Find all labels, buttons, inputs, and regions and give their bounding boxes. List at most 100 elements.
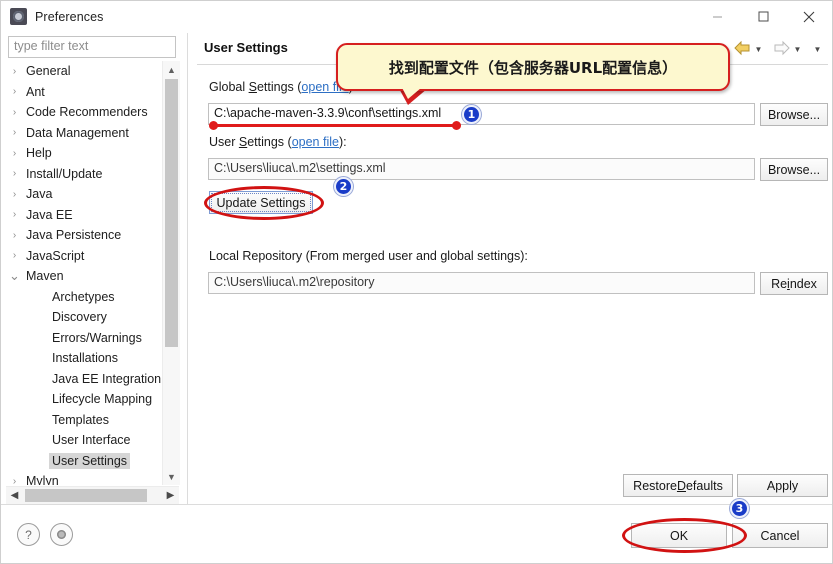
chevron-down-icon[interactable]: ⌄ [6,268,23,284]
user-settings-open-file-link[interactable]: open file [292,135,339,149]
user-settings-label-rest: ettings ( [247,135,292,149]
gear-icon[interactable] [50,523,73,546]
help-icon[interactable]: ? [17,523,40,546]
chevron-right-icon[interactable]: › [6,209,23,220]
scroll-down-icon[interactable]: ▼ [163,468,180,485]
annotation-ellipse-ok [622,518,747,553]
sidebar-item-label: Installations [52,351,119,366]
minimize-icon[interactable] [694,1,740,32]
local-repository-input[interactable]: C:\Users\liuca\.m2\repository [208,272,755,294]
preferences-tree[interactable]: › General › Ant › Code Recommenders › Data Mana… [6,61,161,485]
window-title: Preferences [35,9,104,24]
footer-divider [1,504,832,505]
global-settings-input[interactable]: C:\apache-maven-3.3.9\conf\settings.xml [208,103,755,125]
sidebar-item-templates[interactable]: Templates [6,410,161,431]
chevron-right-icon[interactable]: › [6,230,23,241]
reindex-label-rest: ndex [789,276,817,291]
annotation-badge-1: 1 [462,105,481,124]
sidebar-item-discovery[interactable]: Discovery [6,307,161,328]
sidebar-item-java-ee-integration[interactable]: Java EE Integration [6,369,161,390]
global-settings-label-rest: ettings ( [256,80,302,94]
sidebar-item-label: Java Persistence [26,228,122,243]
scroll-right-icon[interactable]: ▶ [162,487,179,504]
sidebar-item-mylyn[interactable]: › Mylyn [6,471,161,485]
sidebar-item-ant[interactable]: › Ant [6,82,161,103]
sidebar-item-label: Mylyn [26,474,59,485]
sidebar-item-label: Java EE Integration [52,371,161,386]
sidebar-item-help[interactable]: › Help [6,143,161,164]
chevron-right-icon[interactable]: › [6,86,23,97]
user-settings-label-suffix: ): [338,135,347,149]
annotation-badge-3: 3 [730,499,749,518]
forward-history-chevron-down-icon[interactable]: ▼ [791,42,804,58]
global-settings-browse-button[interactable]: Browse... [760,103,828,126]
sidebar-item-label: Help [26,146,52,161]
maximize-icon[interactable] [740,1,786,32]
chevron-right-icon[interactable]: › [6,107,23,118]
annotation-ellipse-update-settings [204,186,324,220]
footer-icon-group: ? [17,523,73,546]
sidebar-item-java-persistence[interactable]: › Java Persistence [6,225,161,246]
restore-defaults-prefix: Restore [633,478,677,493]
vertical-scroll-thumb[interactable] [165,79,178,347]
view-menu-chevron-down-icon[interactable]: ▼ [811,42,824,58]
chevron-right-icon[interactable]: › [6,189,23,200]
page-title: User Settings [204,40,288,55]
page-nav-toolbar: ▼ ▼ ▼ [733,40,824,59]
sidebar-item-installations[interactable]: Installations [6,348,161,369]
sidebar-item-general[interactable]: › General [6,61,161,82]
sidebar-item-label: User Interface [52,433,131,448]
reindex-button[interactable]: Re i ndex [760,272,828,295]
sidebar-item-label: User Settings [49,452,131,469]
scroll-up-icon[interactable]: ▲ [163,61,180,78]
back-arrow-icon[interactable] [733,40,752,59]
back-history-chevron-down-icon[interactable]: ▼ [752,42,765,58]
user-settings-label-mnemonic: S [238,135,248,149]
user-settings-input[interactable]: C:\Users\liuca\.m2\settings.xml [208,158,755,180]
forward-arrow-icon[interactable] [772,40,791,59]
global-settings-label-mnemonic: S [248,80,257,94]
sidebar-item-java[interactable]: › Java [6,184,161,205]
sidebar-item-archetypes[interactable]: Archetypes [6,287,161,308]
chevron-right-icon[interactable]: › [6,66,23,77]
sidebar-item-label: Code Recommenders [26,105,148,120]
sidebar-item-label: Errors/Warnings [52,330,142,345]
chevron-right-icon[interactable]: › [6,250,23,261]
scroll-left-icon[interactable]: ◀ [6,487,23,504]
restore-defaults-rest: efaults [685,478,723,493]
horizontal-scroll-thumb[interactable] [25,489,147,502]
chevron-right-icon[interactable]: › [6,127,23,138]
sidebar-item-install-update[interactable]: › Install/Update [6,164,161,185]
sidebar-item-user-interface[interactable]: User Interface [6,430,161,451]
user-settings-label: User Settings (open file): [209,135,347,149]
sidebar-item-label: Templates [52,412,109,427]
sidebar-item-maven[interactable]: ⌄ Maven [6,266,161,287]
sidebar-item-errors-warnings[interactable]: Errors/Warnings [6,328,161,349]
sidebar-item-javascript[interactable]: › JavaScript [6,246,161,267]
sidebar-item-label: Install/Update [26,166,103,181]
close-icon[interactable] [786,1,832,32]
sidebar-item-label: Archetypes [52,289,115,304]
sidebar-item-label: Java [26,187,53,202]
sidebar-item-code-recommenders[interactable]: › Code Recommenders [6,102,161,123]
sidebar-item-label: Maven [26,269,64,284]
sidebar-item-label: Data Management [26,125,129,140]
sidebar-item-user-settings[interactable]: User Settings [6,451,161,472]
restore-defaults-button[interactable]: Restore Defaults [623,474,733,497]
local-repository-label: Local Repository (From merged user and g… [209,249,528,263]
sidebar-item-data-management[interactable]: › Data Management [6,123,161,144]
global-settings-label-prefix: Global [209,80,249,94]
sidebar-item-java-ee[interactable]: › Java EE [6,205,161,226]
chevron-right-icon[interactable]: › [6,476,23,485]
chevron-right-icon[interactable]: › [6,168,23,179]
apply-button[interactable]: Apply [737,474,828,497]
search-input[interactable]: type filter text [8,36,176,58]
tree-vertical-scrollbar[interactable]: ▲ ▼ [162,61,180,485]
user-settings-browse-button[interactable]: Browse... [760,158,828,181]
sidebar-item-lifecycle-mapping[interactable]: Lifecycle Mapping [6,389,161,410]
tree-horizontal-scrollbar[interactable]: ◀ ▶ [6,486,179,504]
panel-divider [187,33,188,504]
chevron-right-icon[interactable]: › [6,148,23,159]
user-settings-label-prefix: User [209,135,239,149]
annotation-badge-2: 2 [334,177,353,196]
